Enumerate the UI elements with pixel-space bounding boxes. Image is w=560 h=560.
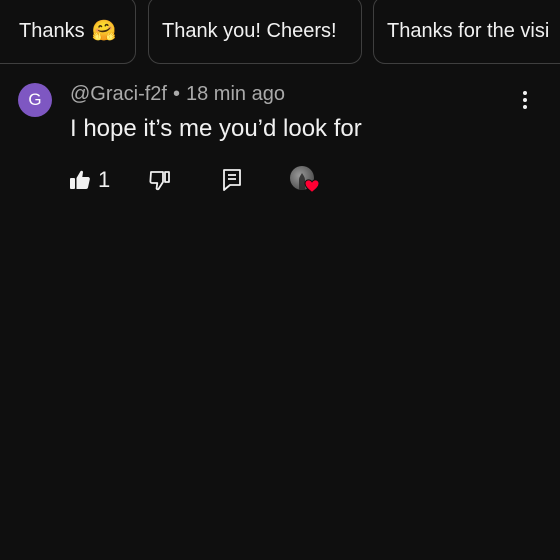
author-handle[interactable]: @Graci-f2f: [70, 83, 167, 105]
like-count: 1: [98, 167, 111, 192]
like-button[interactable]: 1: [68, 167, 110, 193]
chip-thanks[interactable]: Thanks 🤗: [0, 0, 136, 64]
more-vert-icon-dot: [523, 98, 527, 102]
comments-panel: Thanks 🤗 Thank you! Cheers! Thanks for t…: [0, 0, 560, 560]
reply-comment-icon: [223, 169, 241, 191]
comment-meta: @Graci-f2f • 18 min ago: [70, 83, 285, 106]
more-vert-icon-dot: [523, 105, 527, 109]
chip-label: Thanks: [19, 19, 85, 42]
thumbs-down-icon: [149, 171, 170, 191]
more-vert-icon: [523, 91, 527, 95]
avatar[interactable]: G: [18, 83, 52, 117]
hugging-face-emoji: 🤗: [91, 20, 117, 42]
thumbs-up-icon: [70, 170, 90, 189]
dislike-button[interactable]: [148, 167, 174, 193]
chip-thank-you-cheers[interactable]: Thank you! Cheers!: [148, 0, 362, 64]
heart-icon: [304, 179, 320, 193]
more-options-button[interactable]: [514, 86, 536, 114]
reply-button[interactable]: [220, 167, 246, 193]
quick-reply-chips: Thanks 🤗 Thank you! Cheers! Thanks for t…: [0, 0, 560, 66]
chip-thanks-for-the-visit[interactable]: Thanks for the visi: [373, 0, 560, 64]
chip-label: Thank you! Cheers!: [162, 19, 337, 42]
comment-timestamp[interactable]: 18 min ago: [186, 83, 285, 105]
creator-heart-badge[interactable]: [290, 166, 322, 194]
chip-label: Thanks for the visi: [387, 19, 550, 42]
comment-text: I hope it’s me you’d look for: [70, 115, 362, 142]
meta-separator: •: [172, 83, 180, 105]
avatar-initial: G: [28, 90, 42, 109]
